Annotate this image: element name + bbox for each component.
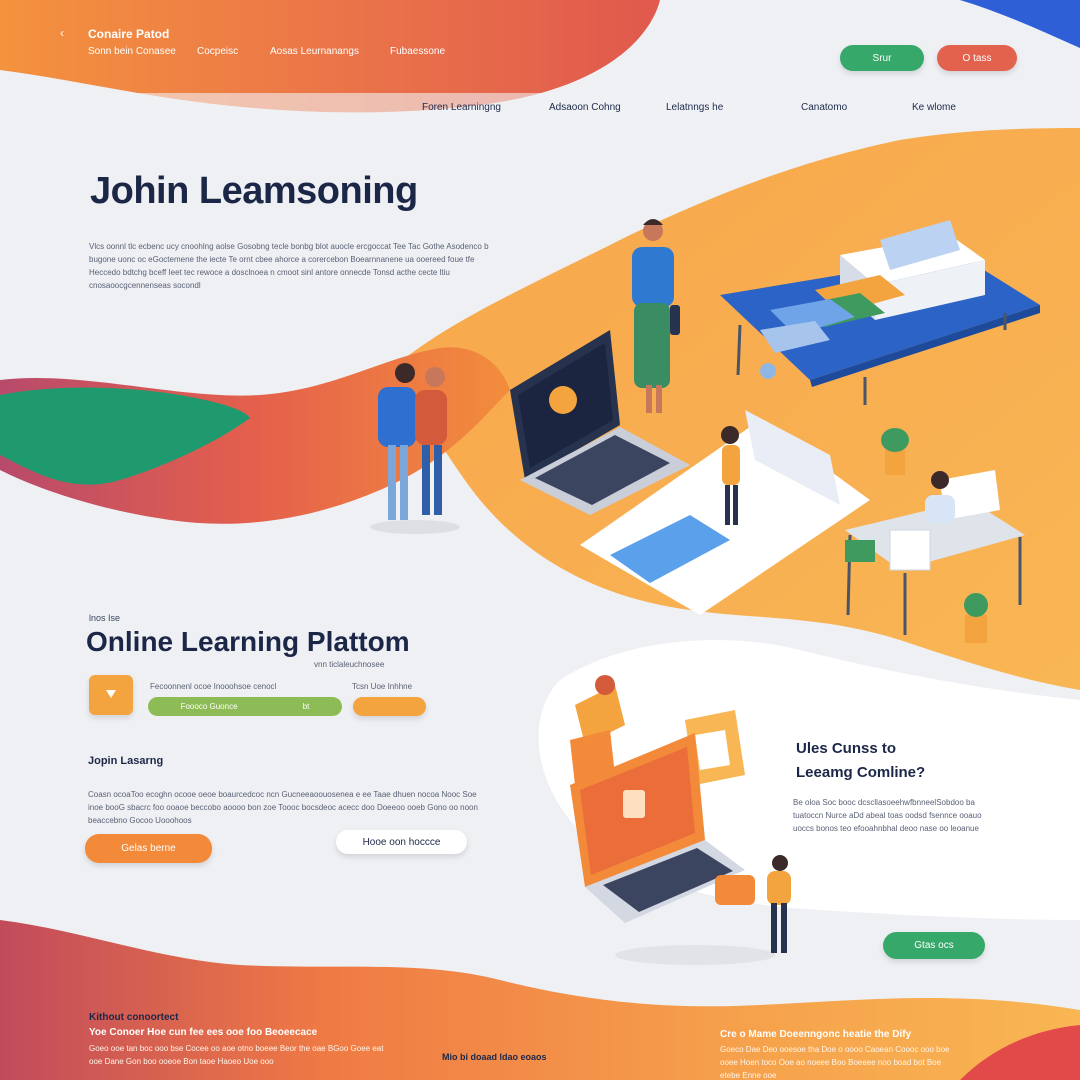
header-primary-button[interactable]: Srur [840,45,924,71]
footer-col2-title: Mio bi doaad ldao eoaos [442,1052,547,1062]
footer-col1-text: Goeo ooe tan boc ooo bse Cocee oo aoe ot… [89,1044,384,1066]
side-paragraph: Be oloa Soc booc dcscllasoeehwfbnneelSob… [793,798,982,833]
nav-link-3[interactable]: Aosas Leurnanangs [270,46,359,57]
subnav-link-5[interactable]: Ke wlome [912,102,956,113]
standing-person-illustration [632,219,680,413]
subnav-link-3[interactable]: Lelatnngs he [666,102,723,113]
desk-illustration [720,220,1040,405]
side-button[interactable]: Gtas ocs [883,932,985,959]
subnav-link-4[interactable]: Canatomo [801,102,847,113]
footer-col3-title: Cre o Mame Doeenngonc heatie the Dify [720,1029,912,1040]
footer-col1-title: Kithout conoortect [89,1012,179,1023]
join-paragraph: Coasn ocoaToo ecoghn ocooe oeoe boaurced… [88,790,478,825]
side-title-line-1: Ules Cunss to [796,740,897,757]
nav-link-4[interactable]: Fubaessone [390,46,445,57]
footer-col3-text: Goeco Dae Deo ooesoe tha Doe o oooo Caoe… [720,1045,950,1080]
platform-label-1: Fecoonnenl ocoe Inooohsoe cenocl [150,682,277,691]
platform-input-text: Foooco Guonce [180,702,238,711]
platform-small-button[interactable] [353,697,426,716]
footer-col1-subtitle: Yoe Conoer Hoe cun fee ees ooe foo Beoee… [89,1027,318,1038]
join-primary-button[interactable]: Gelas berne [85,834,212,863]
brand-logo[interactable]: Conaire Patod [88,27,169,41]
back-icon[interactable]: ‹ [60,26,64,40]
subnav-link-1[interactable]: Foren Learningng [422,102,501,113]
side-title-line-2: Leeamg Comline? [796,764,926,781]
header-secondary-button[interactable]: O tass [937,45,1017,71]
nav-link-1[interactable]: Sonn bein Conasee [88,46,176,57]
student-desk-illustration [845,470,1025,635]
join-title: Jopin Lasarng [88,755,164,767]
platform-subtitle: vnn ticlaleuchnosee [314,660,385,669]
join-secondary-button[interactable]: Hooe oon hoccce [336,830,467,854]
platform-input[interactable]: Foooco Guonce bt [148,697,342,716]
bookmark-icon[interactable] [89,675,133,715]
nav-link-2[interactable]: Cocpeisc [197,46,238,57]
platform-label-2: Tcsn Uoe Inhhne [352,682,413,691]
platform-input-suffix: bt [302,702,310,711]
laptop-person-illustration [570,675,791,965]
platform-title: Online Learning Plattom [86,626,410,657]
couple-illustration [370,363,460,534]
subnav-link-2[interactable]: Adsaoon Cohng [549,102,621,113]
platform-kicker: lnos Ise [89,613,121,623]
